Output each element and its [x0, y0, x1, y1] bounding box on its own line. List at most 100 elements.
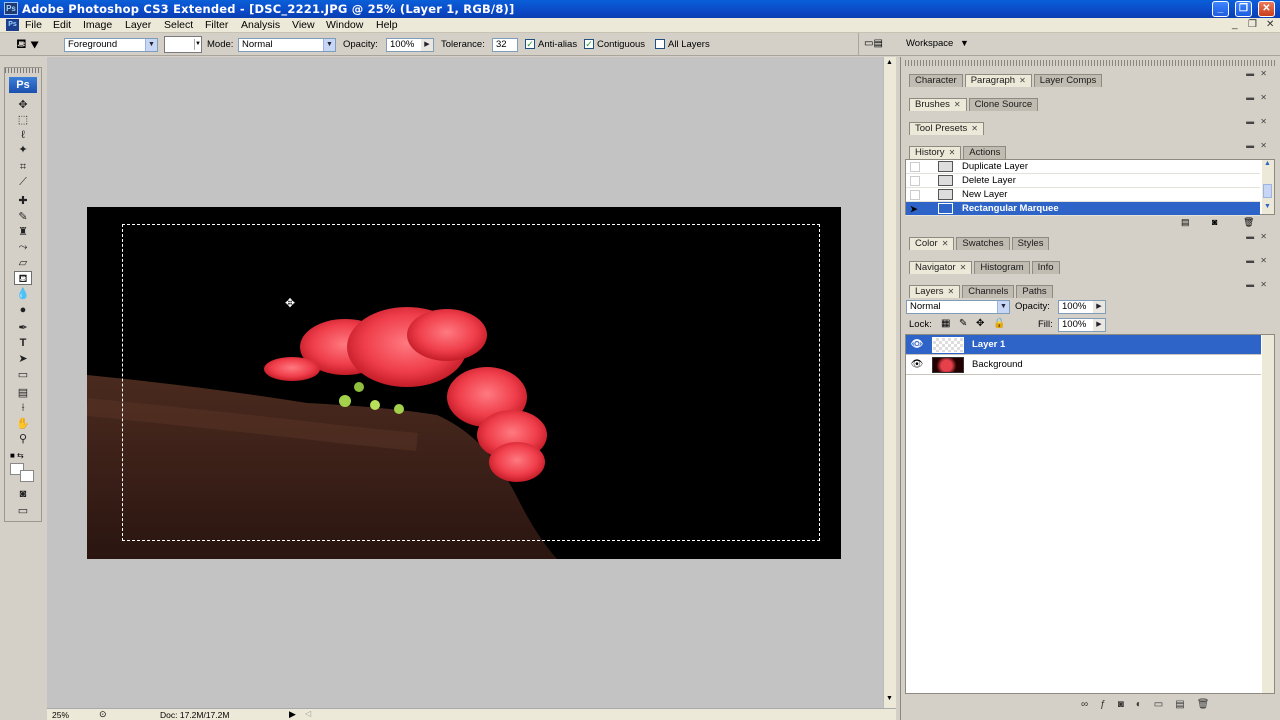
canvas-vertical-scrollbar[interactable]: ▲ ▼	[883, 57, 896, 708]
menu-help[interactable]: Help	[376, 19, 398, 31]
crop-tool-icon[interactable]: ⌗	[14, 160, 32, 174]
tab-channels[interactable]: Channels	[962, 285, 1015, 298]
lasso-tool-icon[interactable]: ℓ	[14, 128, 32, 142]
eyedropper-tool-icon[interactable]: ⟊	[14, 401, 32, 415]
tab-navigator[interactable]: Navigator ✕	[909, 261, 973, 274]
slice-tool-icon[interactable]: ⟋	[14, 175, 32, 189]
menu-filter[interactable]: Filter	[205, 19, 228, 31]
history-item[interactable]: Delete Layer	[906, 174, 1260, 188]
pen-tool-icon[interactable]: ✒	[14, 321, 32, 335]
type-tool-icon[interactable]: T	[14, 336, 32, 350]
layer-style-icon[interactable]: ƒ	[1100, 699, 1118, 710]
photoshop-logo[interactable]: Ps	[9, 77, 37, 93]
paint-bucket-tool-preset-icon[interactable]: ⛾ ▾	[16, 37, 44, 52]
menu-view[interactable]: View	[292, 19, 315, 31]
hand-tool-icon[interactable]: ✋	[14, 417, 32, 431]
lock-all-icon[interactable]: 🔒	[993, 318, 1005, 329]
doc-minimize-button[interactable]: _	[1232, 19, 1238, 30]
dodge-tool-icon[interactable]: ●	[14, 303, 32, 317]
fill-input[interactable]: 100% ▶	[1058, 318, 1106, 332]
opacity-input[interactable]: 100% ▶	[386, 38, 434, 52]
magic-wand-tool-icon[interactable]: ✦	[14, 143, 32, 157]
tolerance-input[interactable]: 32	[492, 38, 518, 52]
panel-collapse-icon[interactable]: ▬ ✕	[1246, 117, 1269, 126]
tab-clone-source[interactable]: Clone Source	[968, 98, 1039, 111]
all-layers-checkbox[interactable]	[655, 39, 665, 49]
pattern-picker[interactable]: ▼	[164, 36, 202, 53]
panel-collapse-icon[interactable]: ▬ ✕	[1246, 93, 1269, 102]
scroll-up-icon[interactable]: ▲	[1264, 160, 1271, 167]
tab-paths[interactable]: Paths	[1016, 285, 1053, 298]
tab-info[interactable]: Info	[1031, 261, 1060, 274]
restore-button[interactable]: ❐	[1235, 1, 1252, 17]
selection-marquee[interactable]	[122, 224, 820, 541]
lock-image-icon[interactable]: ✎	[959, 318, 967, 329]
layer-opacity-input[interactable]: 100% ▶	[1058, 300, 1106, 314]
new-group-icon[interactable]: ▭	[1154, 699, 1175, 710]
horizontal-scroll-left-icon[interactable]: ◁	[305, 709, 311, 718]
history-item[interactable]: Duplicate Layer	[906, 160, 1260, 174]
zoom-level[interactable]: 25%	[52, 710, 69, 720]
adjustment-layer-icon[interactable]: ◐	[1136, 699, 1154, 710]
menu-layer[interactable]: Layer	[125, 19, 151, 31]
document-icon[interactable]: Ps	[6, 19, 19, 31]
tab-history[interactable]: History ✕	[909, 146, 962, 159]
tab-swatches[interactable]: Swatches	[956, 237, 1010, 250]
default-colors-icon[interactable]: ■ ⇆	[10, 451, 24, 460]
blend-mode-dropdown[interactable]: Normal ▼	[906, 300, 1010, 314]
fill-source-dropdown[interactable]: Foreground ▼	[64, 38, 158, 52]
layer-row-selected[interactable]: 👁 Layer 1	[906, 335, 1261, 355]
history-item-selected[interactable]: ➤ Rectangular Marquee	[906, 202, 1260, 216]
eraser-tool-icon[interactable]: ▱	[14, 256, 32, 270]
menu-edit[interactable]: Edit	[53, 19, 71, 31]
close-button[interactable]: ✕	[1258, 1, 1275, 17]
doc-restore-button[interactable]: ❐	[1248, 19, 1257, 30]
palette-well-icon[interactable]: ▭▤	[864, 38, 886, 51]
tab-layers[interactable]: Layers ✕	[909, 285, 961, 298]
clone-stamp-tool-icon[interactable]: ♜	[14, 225, 32, 239]
trash-icon[interactable]: 🗑	[1243, 217, 1254, 228]
antialias-checkbox[interactable]: ✓	[525, 39, 535, 49]
chevron-right-icon[interactable]: ▶	[1093, 319, 1105, 331]
menu-select[interactable]: Select	[164, 19, 193, 31]
layer-name[interactable]: Layer 1	[972, 335, 1005, 355]
add-mask-icon[interactable]: ◙	[1118, 699, 1136, 710]
minimize-button[interactable]: _	[1212, 1, 1229, 17]
menu-image[interactable]: Image	[83, 19, 112, 31]
blur-tool-icon[interactable]: 💧	[14, 287, 32, 301]
quick-mask-icon[interactable]: ◙	[14, 487, 32, 501]
contiguous-checkbox[interactable]: ✓	[584, 39, 594, 49]
tab-character[interactable]: Character	[909, 74, 963, 87]
panel-collapse-icon[interactable]: ▬ ✕	[1246, 232, 1269, 241]
scroll-up-icon[interactable]: ▲	[886, 59, 893, 66]
tab-histogram[interactable]: Histogram	[974, 261, 1030, 274]
chevron-right-icon[interactable]: ▶	[421, 39, 433, 51]
move-tool-icon[interactable]: ✥	[14, 98, 32, 112]
tab-brushes[interactable]: Brushes ✕	[909, 98, 967, 111]
chevron-right-icon[interactable]: ▶	[1093, 301, 1105, 313]
panel-collapse-icon[interactable]: ▬ ✕	[1246, 256, 1269, 265]
menu-window[interactable]: Window	[326, 19, 363, 31]
scroll-thumb[interactable]	[1263, 184, 1272, 198]
eye-icon[interactable]: 👁	[910, 359, 924, 371]
doc-close-button[interactable]: ✕	[1266, 19, 1274, 30]
panel-collapse-icon[interactable]: ▬ ✕	[1246, 280, 1269, 289]
tab-styles[interactable]: Styles	[1011, 237, 1050, 250]
menu-analysis[interactable]: Analysis	[241, 19, 280, 31]
mode-dropdown[interactable]: Normal ▼	[238, 38, 336, 52]
notes-tool-icon[interactable]: ▤	[14, 386, 32, 400]
status-chevron-right-icon[interactable]: ▶	[289, 709, 296, 720]
eye-icon[interactable]: 👁	[910, 339, 924, 351]
panel-collapse-icon[interactable]: ▬ ✕	[1246, 69, 1269, 78]
layers-scrollbar[interactable]	[1262, 335, 1274, 693]
photoshop-app-icon[interactable]: Ps	[4, 2, 18, 15]
rectangular-marquee-tool-icon[interactable]: ⬚	[14, 113, 32, 127]
path-selection-tool-icon[interactable]: ➤	[14, 352, 32, 366]
scroll-down-icon[interactable]: ▼	[886, 695, 893, 702]
new-layer-icon[interactable]: ▤	[1175, 699, 1196, 710]
dock-grip[interactable]	[905, 60, 1275, 66]
menu-file[interactable]: File	[25, 19, 42, 31]
lock-position-icon[interactable]: ✥	[976, 318, 984, 329]
paint-bucket-tool-icon[interactable]: ⛾	[14, 271, 32, 285]
create-snapshot-icon[interactable]: ◙	[1212, 217, 1217, 227]
